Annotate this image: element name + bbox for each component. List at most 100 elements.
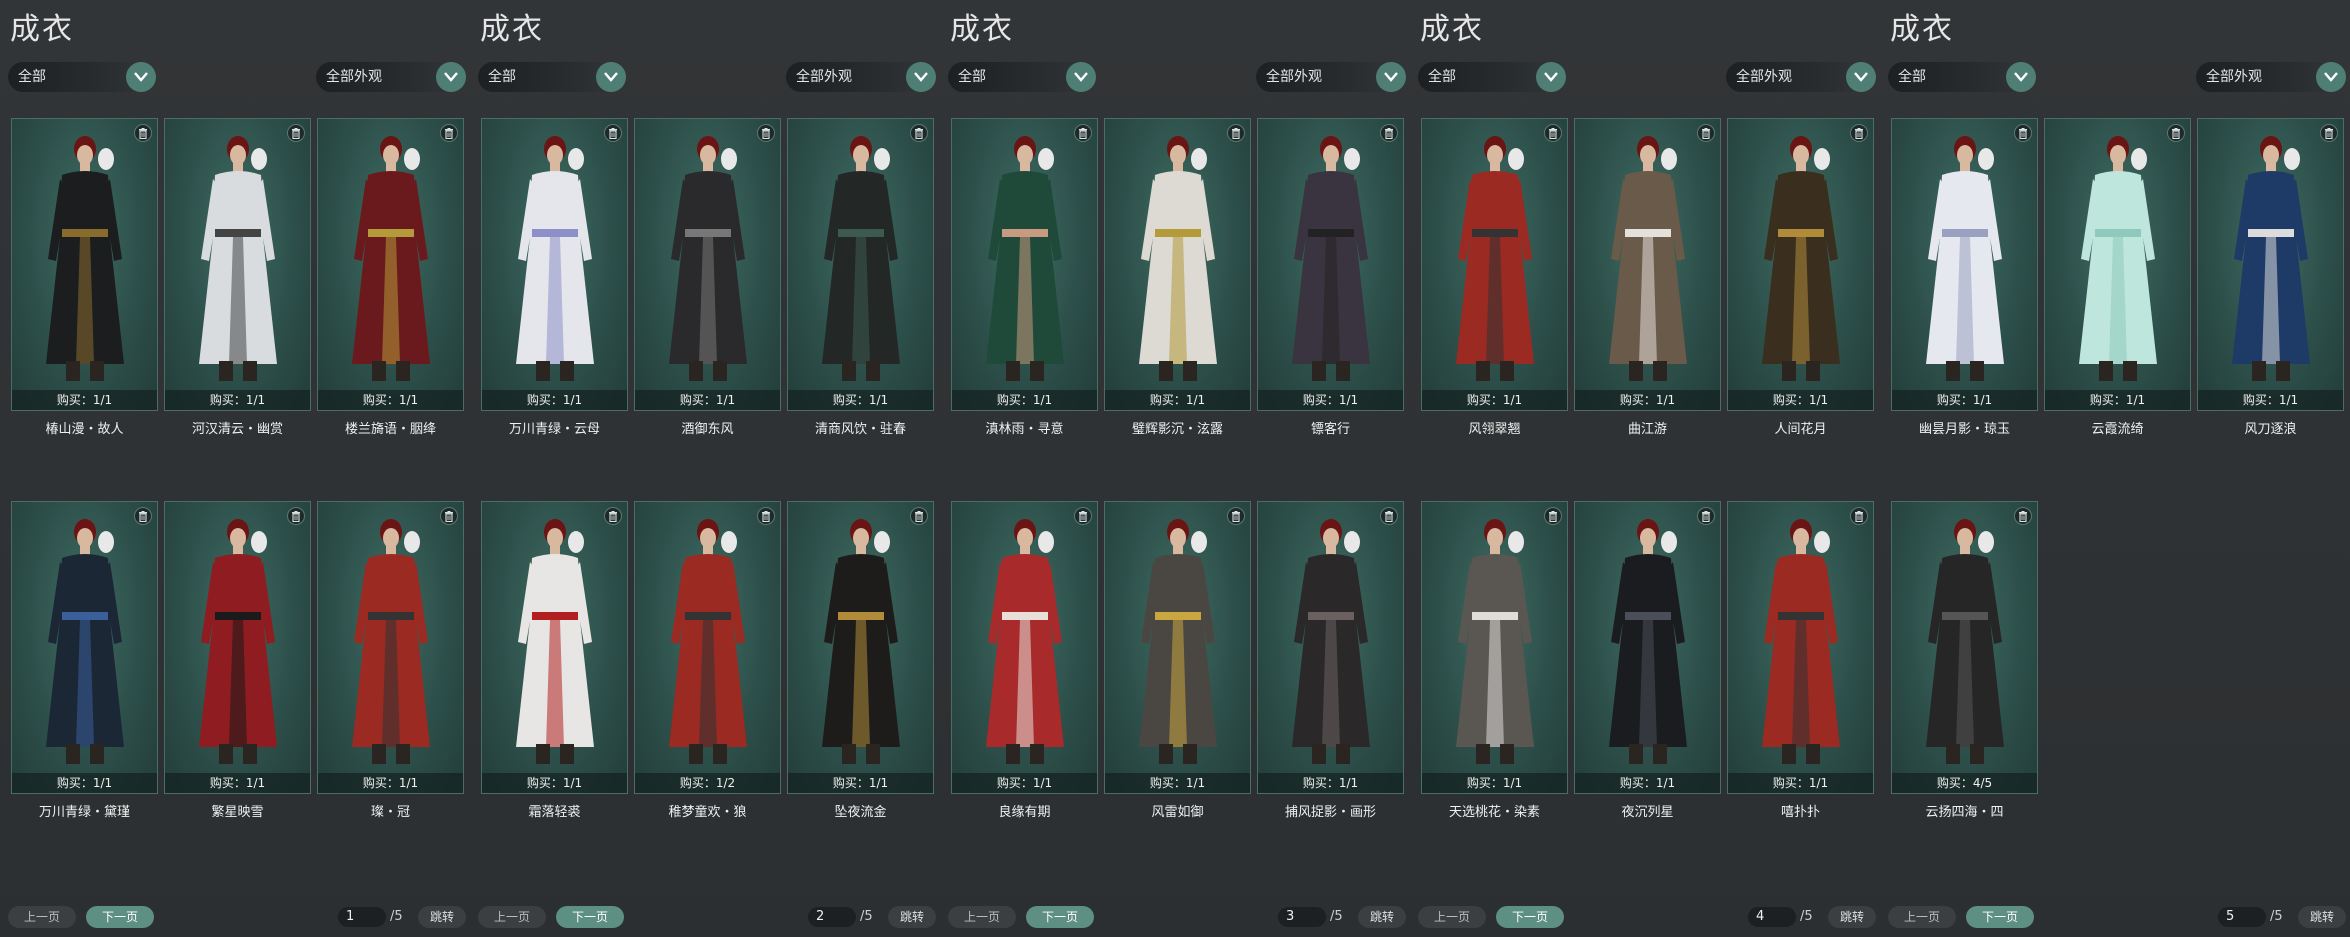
- outfit-card[interactable]: 购买：1/1: [481, 501, 628, 794]
- trash-icon[interactable]: [134, 507, 152, 525]
- appearance-filter-dropdown[interactable]: 全部外观: [1256, 62, 1406, 92]
- trash-icon[interactable]: [1380, 507, 1398, 525]
- outfit-card[interactable]: 购买：1/1: [787, 501, 934, 794]
- next-page-button[interactable]: 下一页: [1966, 906, 2034, 928]
- outfit-card[interactable]: 购买：1/1: [1574, 118, 1721, 411]
- trash-icon[interactable]: [1544, 507, 1562, 525]
- trash-icon[interactable]: [2167, 124, 2185, 142]
- outfit-card[interactable]: 购买：1/1: [317, 501, 464, 794]
- page-number-input[interactable]: 5: [2218, 907, 2266, 927]
- trash-icon[interactable]: [440, 507, 458, 525]
- outfit-card[interactable]: 购买：1/1: [317, 118, 464, 411]
- outfit-card[interactable]: 购买：1/1: [1574, 501, 1721, 794]
- outfit-card[interactable]: 购买：1/1: [634, 118, 781, 411]
- outfit-card[interactable]: 购买：1/1: [2197, 118, 2344, 411]
- outfit-card[interactable]: 购买：1/1: [951, 118, 1098, 411]
- outfit-card[interactable]: 购买：1/1: [1891, 118, 2038, 411]
- trash-icon[interactable]: [1380, 124, 1398, 142]
- chevron-down-icon[interactable]: [126, 62, 156, 92]
- category-filter-dropdown[interactable]: 全部: [8, 62, 156, 92]
- outfit-card[interactable]: 购买：1/1: [164, 118, 311, 411]
- previous-page-button[interactable]: 上一页: [1888, 906, 1956, 928]
- trash-icon[interactable]: [910, 507, 928, 525]
- trash-icon[interactable]: [1697, 124, 1715, 142]
- outfit-card[interactable]: 购买：1/1: [1421, 501, 1568, 794]
- jump-button[interactable]: 跳转: [418, 906, 466, 928]
- page-number-input[interactable]: 3: [1278, 907, 1326, 927]
- trash-icon[interactable]: [1544, 124, 1562, 142]
- outfit-card[interactable]: 购买：1/1: [11, 118, 158, 411]
- outfit-name: 嘻扑扑: [1780, 805, 1820, 820]
- trash-icon[interactable]: [1697, 507, 1715, 525]
- trash-icon[interactable]: [2014, 507, 2032, 525]
- outfit-card[interactable]: 购买：1/1: [11, 501, 158, 794]
- jump-button[interactable]: 跳转: [888, 906, 936, 928]
- page-number-input[interactable]: 1: [338, 907, 386, 927]
- outfit-card[interactable]: 购买：1/1: [481, 118, 628, 411]
- trash-icon[interactable]: [1227, 124, 1245, 142]
- outfit-card[interactable]: 购买：1/1: [951, 501, 1098, 794]
- chevron-down-icon[interactable]: [2316, 62, 2346, 92]
- previous-page-button[interactable]: 上一页: [8, 906, 76, 928]
- trash-icon[interactable]: [287, 507, 305, 525]
- chevron-down-icon[interactable]: [1066, 62, 1096, 92]
- appearance-filter-dropdown[interactable]: 全部外观: [786, 62, 936, 92]
- category-filter-dropdown[interactable]: 全部: [1418, 62, 1566, 92]
- outfit-card[interactable]: 购买：1/1: [1257, 501, 1404, 794]
- previous-page-button[interactable]: 上一页: [478, 906, 546, 928]
- trash-icon[interactable]: [604, 124, 622, 142]
- chevron-down-icon[interactable]: [1846, 62, 1876, 92]
- category-filter-dropdown[interactable]: 全部: [1888, 62, 2036, 92]
- appearance-filter-dropdown[interactable]: 全部外观: [316, 62, 466, 92]
- previous-page-button[interactable]: 上一页: [1418, 906, 1486, 928]
- trash-icon[interactable]: [134, 124, 152, 142]
- outfit-card[interactable]: 购买：1/1: [1727, 118, 1874, 411]
- jump-button[interactable]: 跳转: [1828, 906, 1876, 928]
- next-page-button[interactable]: 下一页: [1496, 906, 1564, 928]
- outfit-card[interactable]: 购买：1/1: [164, 501, 311, 794]
- outfit-card[interactable]: 购买：1/1: [1257, 118, 1404, 411]
- outfit-name: 坠夜流金: [834, 805, 887, 820]
- character-figure-image: [2216, 129, 2326, 399]
- category-filter-dropdown[interactable]: 全部: [948, 62, 1096, 92]
- trash-icon[interactable]: [440, 124, 458, 142]
- jump-button[interactable]: 跳转: [1358, 906, 1406, 928]
- trash-icon[interactable]: [910, 124, 928, 142]
- outfit-card[interactable]: 购买：1/2: [634, 501, 781, 794]
- trash-icon[interactable]: [2320, 124, 2338, 142]
- outfit-card[interactable]: 购买：1/1: [1421, 118, 1568, 411]
- outfit-card[interactable]: 购买：1/1: [1104, 118, 1251, 411]
- jump-button[interactable]: 跳转: [2298, 906, 2346, 928]
- chevron-down-icon[interactable]: [436, 62, 466, 92]
- appearance-filter-dropdown[interactable]: 全部外观: [2196, 62, 2346, 92]
- chevron-down-icon[interactable]: [1376, 62, 1406, 92]
- trash-icon[interactable]: [757, 124, 775, 142]
- outfit-card[interactable]: 购买：1/1: [2044, 118, 2191, 411]
- trash-icon[interactable]: [1850, 507, 1868, 525]
- trash-icon[interactable]: [287, 124, 305, 142]
- page-number-input[interactable]: 2: [808, 907, 856, 927]
- category-filter-dropdown[interactable]: 全部: [478, 62, 626, 92]
- next-page-button[interactable]: 下一页: [1026, 906, 1094, 928]
- appearance-filter-dropdown[interactable]: 全部外观: [1726, 62, 1876, 92]
- next-page-button[interactable]: 下一页: [86, 906, 154, 928]
- page-number-input[interactable]: 4: [1748, 907, 1796, 927]
- outfit-card[interactable]: 购买：1/1: [1727, 501, 1874, 794]
- chevron-down-icon[interactable]: [2006, 62, 2036, 92]
- outfit-card[interactable]: 购买：4/5: [1891, 501, 2038, 794]
- trash-icon[interactable]: [604, 507, 622, 525]
- trash-icon[interactable]: [757, 507, 775, 525]
- next-page-button[interactable]: 下一页: [556, 906, 624, 928]
- trash-icon[interactable]: [1227, 507, 1245, 525]
- previous-page-button[interactable]: 上一页: [948, 906, 1016, 928]
- trash-icon[interactable]: [2014, 124, 2032, 142]
- outfit-card[interactable]: 购买：1/1: [1104, 501, 1251, 794]
- chevron-down-icon[interactable]: [1536, 62, 1566, 92]
- trash-icon[interactable]: [1074, 124, 1092, 142]
- page-total: /5: [2270, 909, 2283, 924]
- chevron-down-icon[interactable]: [906, 62, 936, 92]
- chevron-down-icon[interactable]: [596, 62, 626, 92]
- trash-icon[interactable]: [1074, 507, 1092, 525]
- outfit-card[interactable]: 购买：1/1: [787, 118, 934, 411]
- trash-icon[interactable]: [1850, 124, 1868, 142]
